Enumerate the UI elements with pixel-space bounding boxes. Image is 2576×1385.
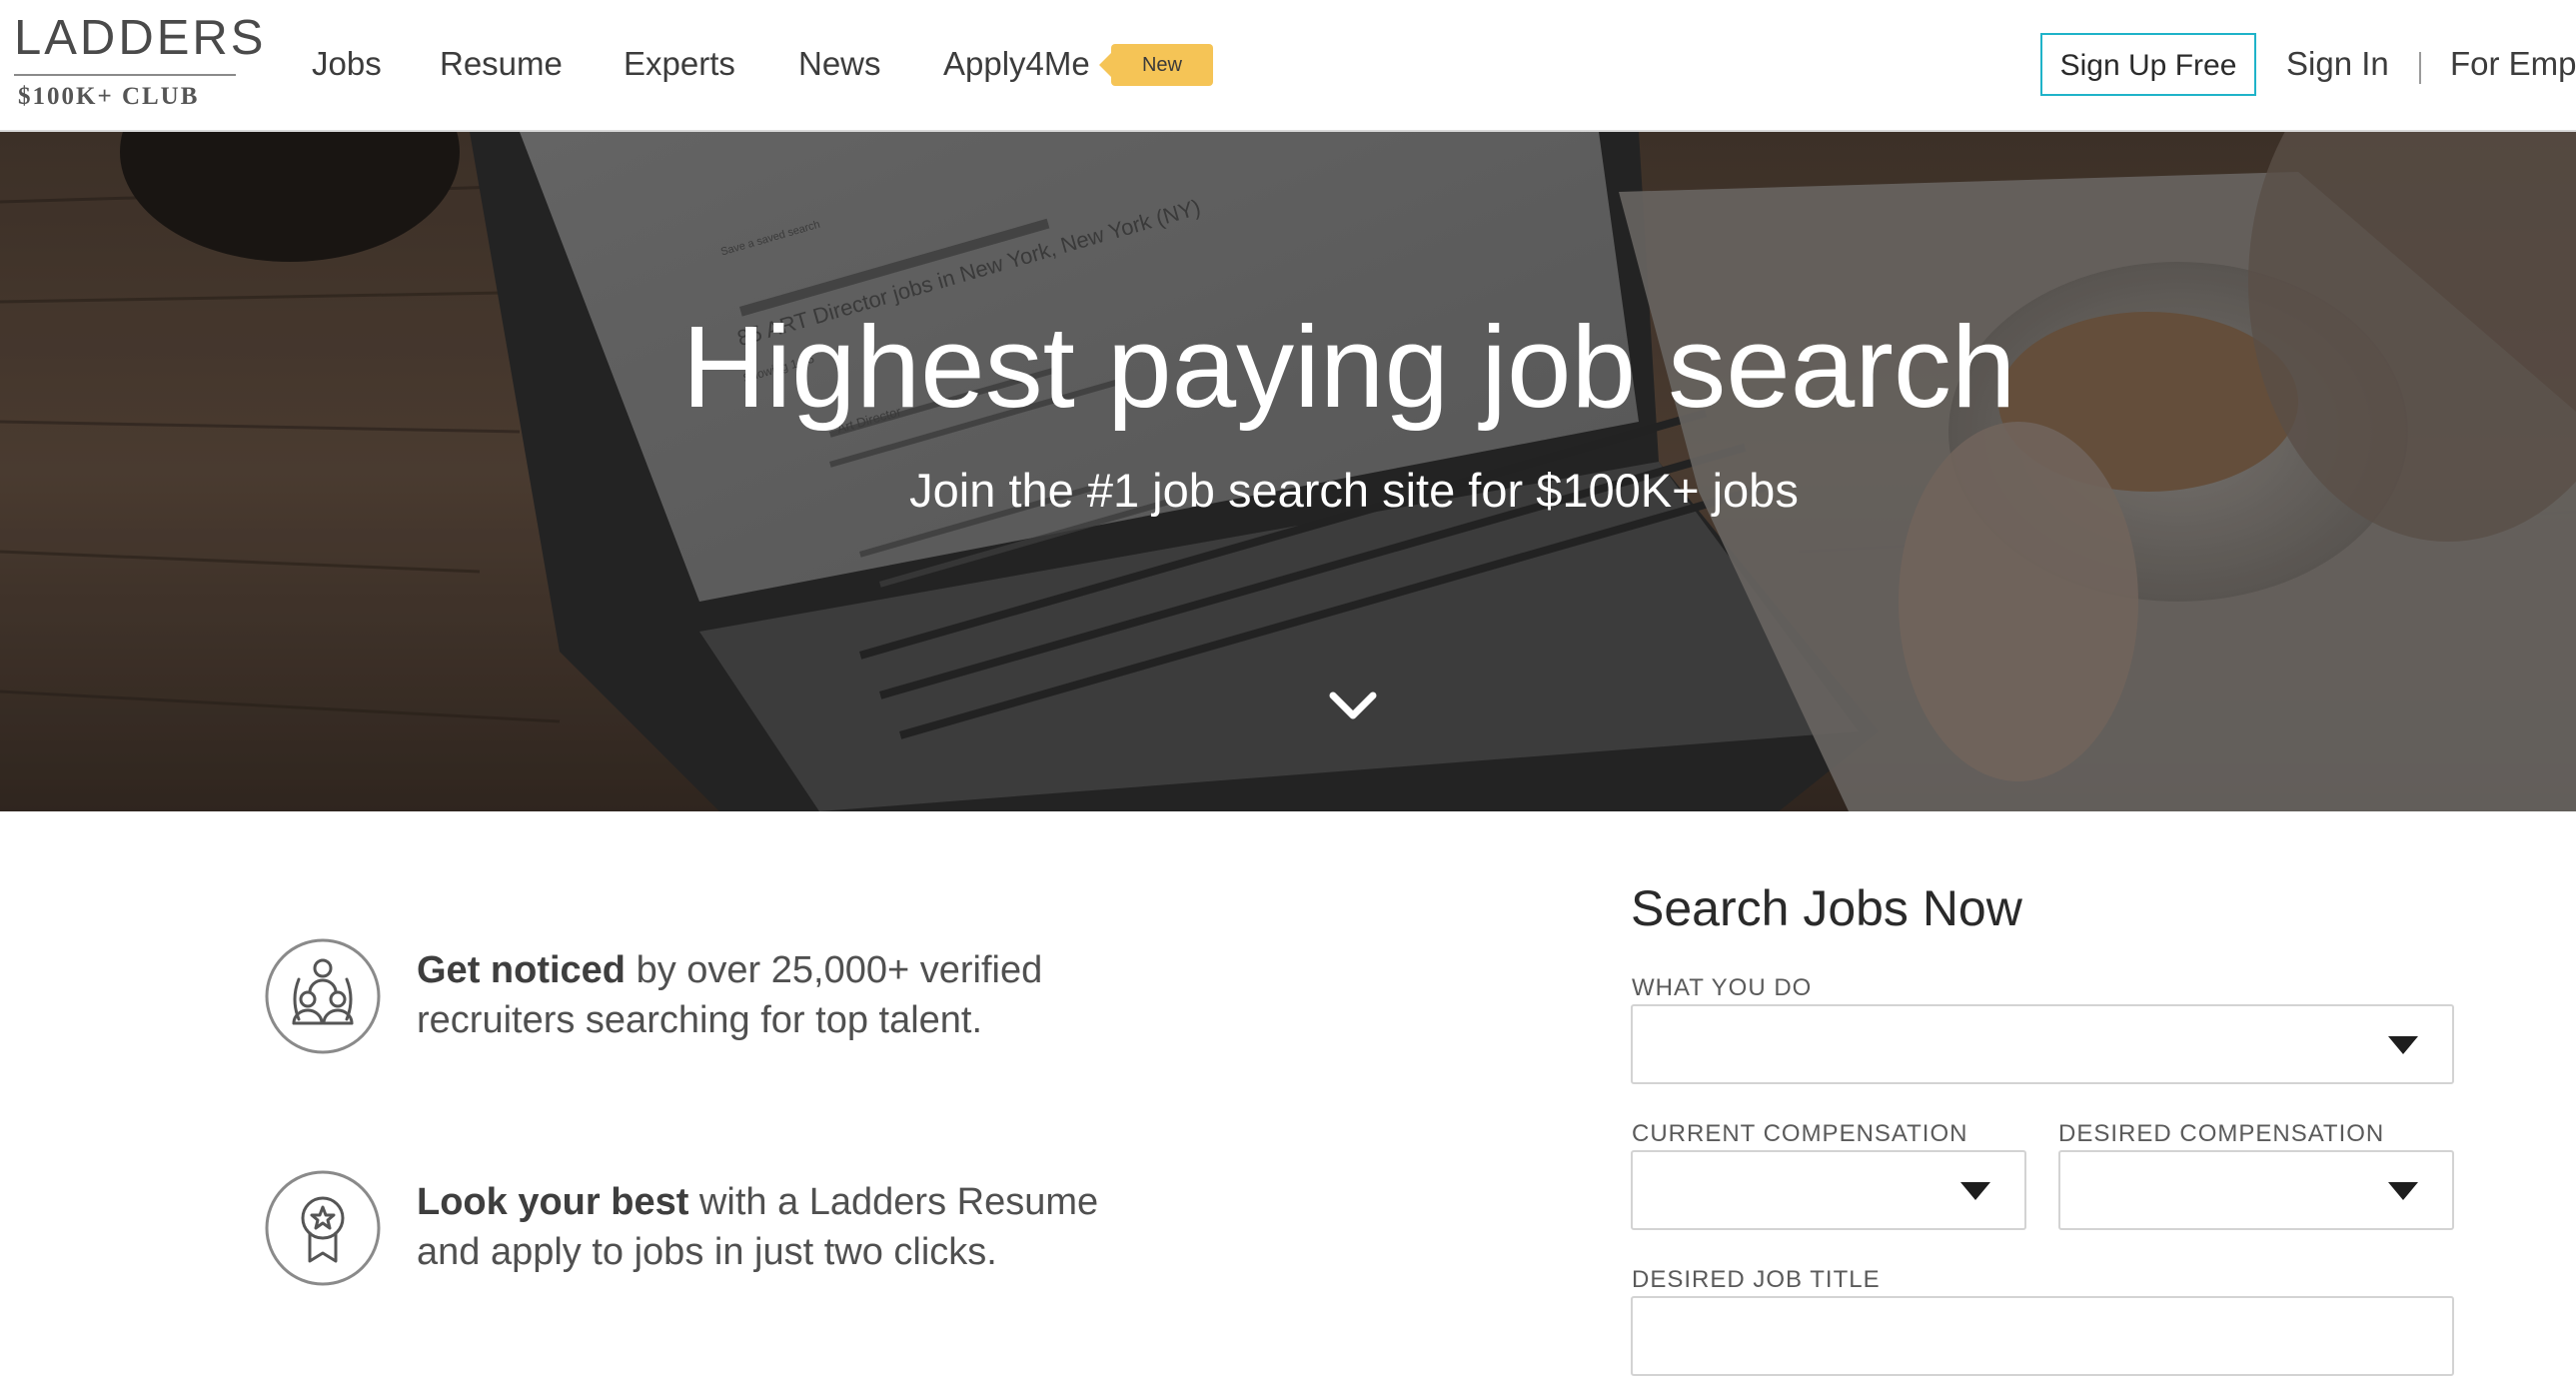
- desired-compensation-label: DESIRED COMPENSATION: [2058, 1120, 2385, 1147]
- nav-news[interactable]: News: [798, 44, 881, 84]
- feature-look-your-best-line2: and apply to jobs in just two clicks.: [417, 1231, 997, 1273]
- nav-divider: [2419, 52, 2421, 84]
- desired-job-title-input[interactable]: [1631, 1296, 2454, 1376]
- nav-experts[interactable]: Experts: [624, 44, 735, 84]
- chevron-down-icon[interactable]: [1327, 688, 1379, 723]
- feature-look-your-best-rest: with a Ladders Resume: [688, 1181, 1099, 1223]
- logo-rule: [14, 74, 236, 76]
- what-you-do-select[interactable]: [1631, 1004, 2454, 1084]
- logo-wordmark: LADDERS: [14, 11, 267, 65]
- desired-compensation-select[interactable]: [2058, 1150, 2454, 1230]
- award-ribbon-icon: [265, 1170, 381, 1286]
- sign-up-free-button[interactable]: Sign Up Free: [2040, 33, 2256, 96]
- hero-subtitle: Join the #1 job search site for $100K+ j…: [909, 464, 1799, 517]
- nav-apply4me[interactable]: Apply4Me: [943, 44, 1090, 84]
- feature-look-your-best: Look your best with a Ladders Resume and…: [417, 1177, 1176, 1277]
- current-compensation-label: CURRENT COMPENSATION: [1632, 1120, 1968, 1147]
- feature-look-your-best-bold: Look your best: [417, 1181, 689, 1223]
- what-you-do-label: WHAT YOU DO: [1632, 974, 1813, 1001]
- nav-resume[interactable]: Resume: [440, 44, 563, 84]
- site-header: LADDERS $100K+ CLUB Jobs Resume Experts …: [0, 0, 2576, 132]
- nav-jobs[interactable]: Jobs: [312, 44, 382, 84]
- hero-banner: 85 ART Director jobs in New York, New Yo…: [0, 132, 2576, 811]
- current-compensation-select[interactable]: [1631, 1150, 2026, 1230]
- caret-down-icon: [1960, 1182, 1990, 1200]
- feature-get-noticed: Get noticed by over 25,000+ verified rec…: [417, 945, 1176, 1045]
- logo-tagline: $100K+ CLUB: [18, 83, 200, 110]
- people-group-icon: [265, 938, 381, 1054]
- ladders-logo[interactable]: LADDERS $100K+ CLUB: [14, 14, 263, 118]
- search-jobs-title: Search Jobs Now: [1631, 880, 2022, 936]
- sign-in-link[interactable]: Sign In: [2286, 44, 2389, 84]
- caret-down-icon: [2388, 1036, 2418, 1054]
- hero-title: Highest paying job search: [681, 302, 2016, 432]
- desired-job-title-label: DESIRED JOB TITLE: [1632, 1266, 1881, 1293]
- caret-down-icon: [2388, 1182, 2418, 1200]
- feature-get-noticed-line2: recruiters searching for top talent.: [417, 999, 983, 1041]
- feature-get-noticed-line1: Get noticed by over 25,000+ verified: [417, 945, 1176, 995]
- new-badge: New: [1099, 44, 1213, 86]
- feature-look-your-best-line1: Look your best with a Ladders Resume: [417, 1177, 1176, 1227]
- feature-get-noticed-rest: by over 25,000+ verified: [626, 949, 1043, 991]
- feature-get-noticed-bold: Get noticed: [417, 949, 627, 991]
- for-employers-link[interactable]: For Emp: [2450, 44, 2576, 84]
